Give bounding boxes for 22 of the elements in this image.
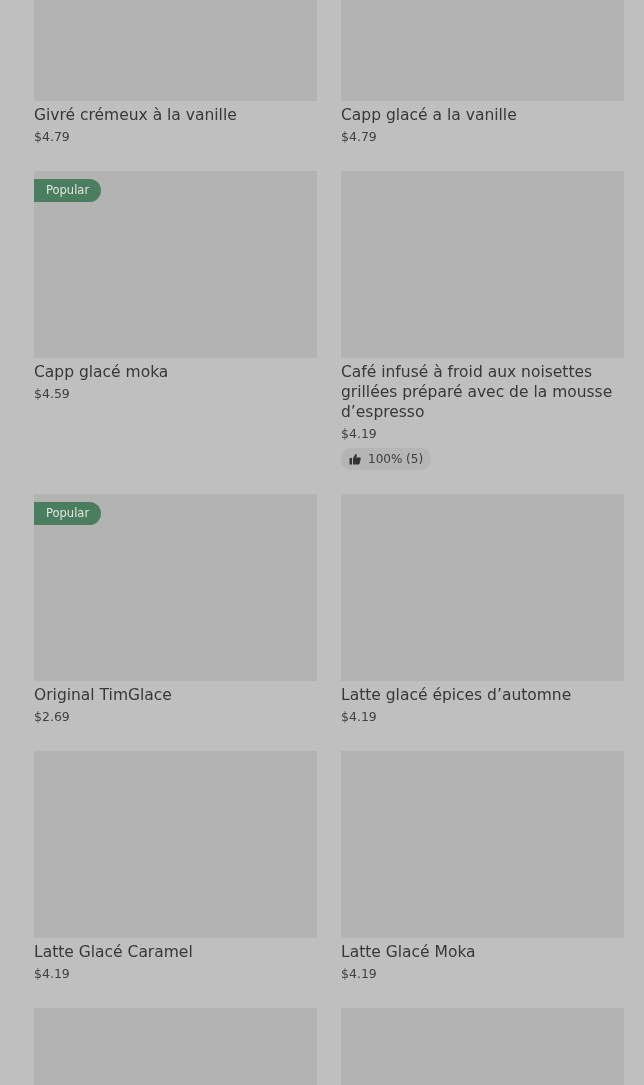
image-placeholder[interactable] (34, 494, 317, 681)
popular-badge: Popular (34, 502, 102, 525)
rating-text: 100% (5) (368, 452, 424, 466)
product-price: $4.19 (341, 425, 377, 443)
product-price: $4.19 (341, 708, 377, 726)
product-price: $2.69 (34, 708, 70, 726)
image-placeholder[interactable] (34, 171, 317, 358)
product-name[interactable]: Original TimGlace (34, 685, 172, 705)
thumbs-up-icon (349, 453, 361, 465)
product-price: $4.59 (34, 385, 70, 403)
product-price: $4.79 (34, 128, 70, 146)
product-name[interactable]: Capp glacé a la vanille (341, 105, 517, 125)
product-price: $4.19 (341, 965, 377, 983)
product-name[interactable]: Latte Glacé Moka (341, 942, 476, 962)
product-name[interactable]: Capp glacé moka (34, 362, 169, 382)
product-price: $4.79 (341, 128, 377, 146)
product-name[interactable]: Latte glacé épices d’automne (341, 685, 572, 705)
product-name[interactable]: Latte Glacé Caramel (34, 942, 193, 962)
popular-badge: Popular (34, 179, 102, 202)
product-name[interactable]: Café infusé à froid aux noisettes grillées préparé avec de la mousse d’espresso (341, 362, 624, 422)
product-name[interactable]: Givré crémeux à la vanille (34, 105, 237, 125)
product-price: $4.19 (34, 965, 70, 983)
